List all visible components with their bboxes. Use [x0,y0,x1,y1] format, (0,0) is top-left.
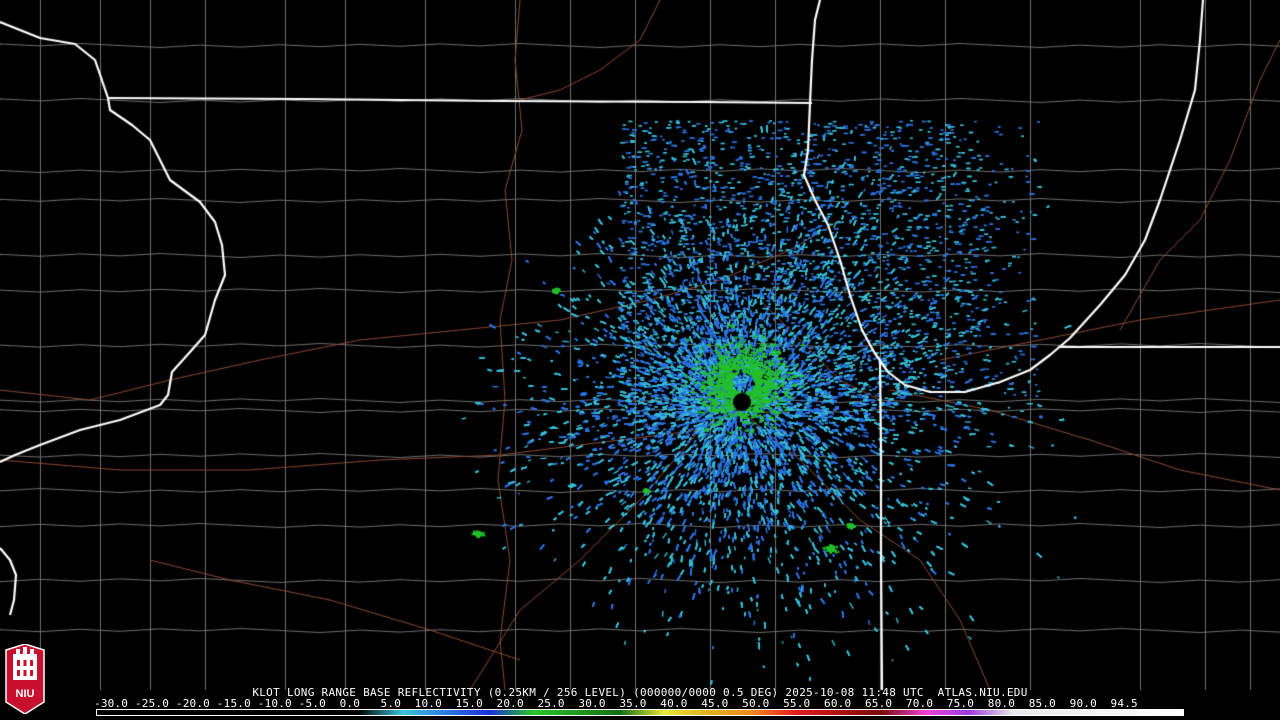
colorbar [96,709,1184,716]
logo-text: NIU [16,688,35,700]
radar-map [0,0,1280,720]
niu-logo: NIU [5,644,45,714]
